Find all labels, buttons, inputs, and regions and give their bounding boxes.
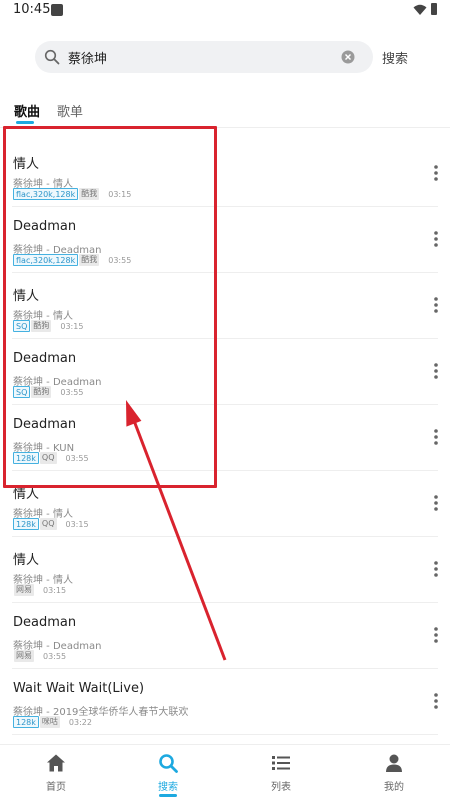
nav-active-indicator (159, 794, 177, 797)
source-badge: 咪咕 (39, 716, 60, 728)
nav-home-label: 首页 (46, 782, 66, 793)
clear-icon[interactable] (341, 50, 355, 64)
more-options-icon[interactable] (431, 296, 441, 314)
nav-profile-label: 我的 (384, 782, 404, 793)
more-options-icon[interactable] (431, 560, 441, 578)
song-title: Wait Wait Wait(Live) (13, 681, 145, 696)
more-options-icon[interactable] (431, 692, 441, 710)
notification-icon (51, 4, 63, 16)
source-badge: 网易 (14, 650, 34, 662)
search-icon (159, 754, 178, 773)
row-divider (12, 734, 438, 735)
source-badge: 网易 (14, 584, 34, 596)
nav-list-label: 列表 (271, 782, 291, 793)
status-time: 10:45 (13, 2, 51, 17)
nav-home[interactable]: 首页 (0, 745, 112, 800)
song-row[interactable]: Deadman 蔡徐坤 - Deadman 网易 03:55 (0, 603, 450, 669)
search-icon (44, 49, 60, 65)
more-options-icon[interactable] (431, 164, 441, 182)
nav-profile[interactable]: 我的 (338, 745, 450, 800)
tab-songs[interactable]: 歌曲 (14, 101, 40, 120)
nav-search[interactable]: 搜索 (112, 745, 224, 800)
more-options-icon[interactable] (431, 494, 441, 512)
tab-bar: 歌曲 歌单 (0, 95, 450, 128)
song-duration: 03:15 (65, 519, 89, 529)
source-badge: QQ (39, 518, 57, 530)
song-title: Deadman (13, 615, 77, 630)
tab-playlists[interactable]: 歌单 (57, 101, 83, 120)
person-icon (386, 754, 402, 772)
song-tags: 网易 03:15 (13, 584, 66, 596)
song-row[interactable]: Wait Wait Wait(Live) 蔡徐坤 - 2019全球华侨华人春节大联… (0, 669, 450, 735)
search-box[interactable] (35, 41, 373, 73)
song-tags: 128k 咪咕 03:22 (13, 716, 92, 728)
song-row[interactable]: 情人 蔡徐坤 - 情人 网易 03:15 (0, 537, 450, 603)
more-options-icon[interactable] (431, 362, 441, 380)
tab-indicator (16, 121, 34, 124)
nav-search-label: 搜索 (158, 782, 178, 793)
more-options-icon[interactable] (431, 428, 441, 446)
more-options-icon[interactable] (431, 626, 441, 644)
quality-badge: 128k (13, 716, 39, 728)
search-button[interactable]: 搜索 (382, 47, 418, 67)
quality-badge: 128k (13, 518, 39, 530)
list-icon (272, 756, 290, 770)
battery-icon (431, 3, 437, 15)
song-duration: 03:15 (43, 585, 67, 595)
wifi-icon (413, 4, 427, 15)
song-tags: 128k QQ 03:15 (13, 518, 89, 530)
song-duration: 03:22 (68, 717, 92, 727)
home-icon (47, 754, 65, 772)
more-options-icon[interactable] (431, 230, 441, 248)
song-tags: 网易 03:55 (13, 650, 66, 662)
bottom-nav: 首页 搜索 列表 我的 (0, 744, 450, 800)
status-bar: 10:45 (0, 0, 450, 22)
annotation-highlight-box (3, 126, 217, 488)
song-duration: 03:55 (43, 651, 67, 661)
song-title: 情人 (13, 553, 40, 568)
search-input[interactable] (68, 41, 338, 73)
nav-list[interactable]: 列表 (225, 745, 337, 800)
